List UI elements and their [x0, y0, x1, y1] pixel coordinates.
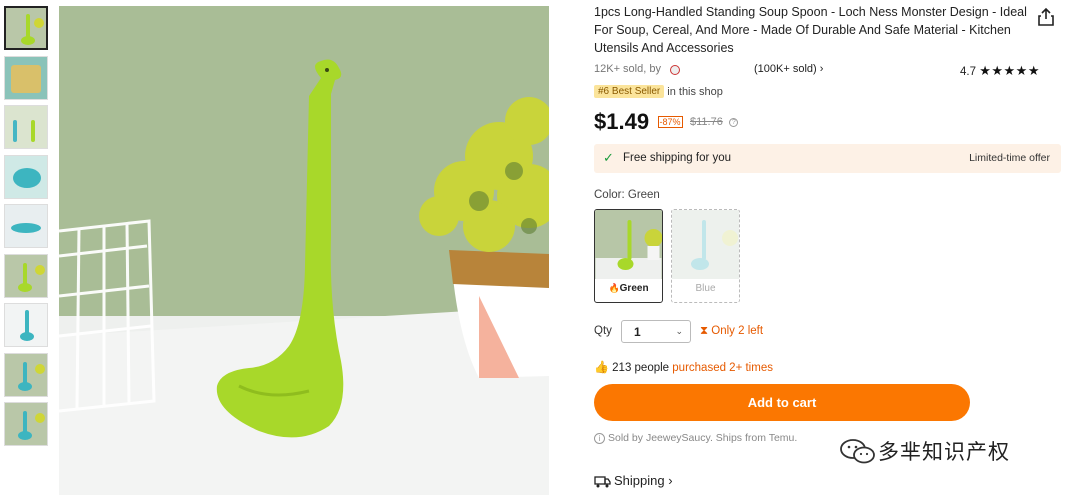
spoon-bowl: [20, 332, 34, 341]
truck-icon: [594, 475, 611, 488]
rating-value: 4.7: [960, 66, 976, 78]
color-option-green[interactable]: 🔥Green: [594, 209, 663, 303]
color-option-blue-label: Blue: [695, 283, 716, 294]
stock-text: Only 2 left: [711, 325, 764, 337]
thumbnail-list: [4, 6, 50, 452]
sold-by-text: Sold by JeeweySaucy. Ships from Temu.: [608, 432, 798, 444]
quantity-select[interactable]: 1 ⌄: [621, 320, 691, 343]
rating[interactable]: 4.7 ★★★★★: [960, 63, 1040, 79]
product-photo: [59, 6, 549, 495]
color-label: Color: Green: [594, 189, 660, 201]
spoon-bowl: [18, 431, 32, 440]
thumbnail-9[interactable]: [4, 402, 48, 446]
thumbnail-2[interactable]: [4, 55, 48, 100]
shipping-label: Shipping: [614, 473, 665, 488]
thumbnail-6[interactable]: [4, 253, 48, 298]
sold-count: 12K+ sold, by: [594, 63, 661, 75]
best-seller-badge: #6 Best Seller: [594, 85, 665, 98]
price-row: $1.49 -87% $11.76 ?: [594, 109, 739, 137]
package-shape: [11, 64, 41, 93]
stock-warning: ⧗ Only 2 left: [700, 325, 763, 338]
quantity-label: Qty: [594, 325, 612, 337]
thumbnail-1[interactable]: [4, 6, 48, 50]
plant-shape: [35, 363, 45, 374]
thumbnail-8[interactable]: [4, 352, 48, 397]
hourglass-icon: ⧗: [700, 325, 709, 337]
thumbnail-7[interactable]: [4, 303, 48, 347]
thumbs-up-icon: 👍: [594, 360, 609, 374]
main-product-image[interactable]: [59, 6, 549, 495]
plant-shape: [35, 413, 45, 423]
chevron-right-icon: ›: [819, 63, 824, 75]
plant-shape: [34, 18, 44, 28]
free-shipping-banner: ✓ Free shipping for you Limited-time off…: [594, 144, 1061, 173]
chevron-right-icon: ›: [668, 473, 673, 488]
quantity-value: 1: [634, 325, 641, 339]
thumbnail-4[interactable]: [4, 154, 48, 199]
info-icon: i: [594, 432, 605, 444]
spoon-shape: [13, 120, 17, 142]
store-sold-count: (100K+ sold): [754, 63, 817, 75]
spoon-shape: [11, 223, 41, 233]
sold-by-row: i Sold by JeeweySaucy. Ships from Temu.: [594, 432, 797, 444]
wechat-icon: [840, 439, 875, 464]
thumbnail-5[interactable]: [4, 204, 48, 248]
price-info-icon[interactable]: ?: [729, 117, 739, 127]
check-icon: ✓: [603, 150, 614, 165]
free-shipping-text: Free shipping for you: [623, 152, 732, 164]
blue-swatch-image: [672, 210, 739, 279]
discount-badge: -87%: [657, 116, 683, 128]
watermark: 多芈知识产权: [838, 436, 1010, 466]
shipping-link[interactable]: Shipping ›: [594, 473, 673, 488]
sold-row: 12K+ sold, by (100K+ sold) › 4.7 ★★★★★: [594, 63, 1060, 79]
best-seller-row: #6 Best Seller in this shop: [594, 85, 723, 101]
purchased-suffix: purchased 2+ times: [672, 362, 773, 374]
product-title: 1pcs Long-Handled Standing Soup Spoon - …: [594, 5, 1027, 55]
add-to-cart-button[interactable]: Add to cart: [594, 384, 970, 421]
current-price: $1.49: [594, 109, 650, 134]
spoon-shape: [31, 120, 35, 142]
spoon-bowl: [18, 381, 32, 391]
color-option-blue[interactable]: Blue: [671, 209, 740, 303]
store-sold-link[interactable]: (100K+ sold) ›: [754, 63, 823, 75]
spoon-bowl: [18, 282, 32, 292]
spoon-bowl: [21, 36, 35, 45]
watermark-text: 多芈知识产权: [878, 441, 1010, 464]
product-info-panel: 1pcs Long-Handled Standing Soup Spoon - …: [594, 0, 1064, 499]
rating-stars-icon: ★★★★★: [979, 63, 1040, 78]
spoon-bowl: [13, 167, 41, 188]
color-option-green-label: Green: [619, 283, 649, 294]
purchased-count: 213 people: [612, 362, 670, 374]
limited-offer-text: Limited-time offer: [969, 152, 1050, 164]
green-swatch-image: [595, 210, 662, 279]
thumbnail-bg: [5, 106, 47, 148]
share-icon[interactable]: [1036, 7, 1056, 27]
chevron-down-icon: ⌄: [675, 326, 683, 336]
plant-shape: [35, 264, 45, 275]
best-seller-suffix: in this shop: [667, 85, 723, 98]
flame-icon: 🔥: [608, 283, 620, 293]
thumbnail-3[interactable]: [4, 105, 48, 149]
color-option-label: 🔥Green: [595, 283, 662, 294]
store-logo-icon[interactable]: [670, 65, 680, 75]
purchased-row: 👍 213 people purchased 2+ times: [594, 360, 773, 374]
original-price: $11.76: [689, 116, 723, 128]
